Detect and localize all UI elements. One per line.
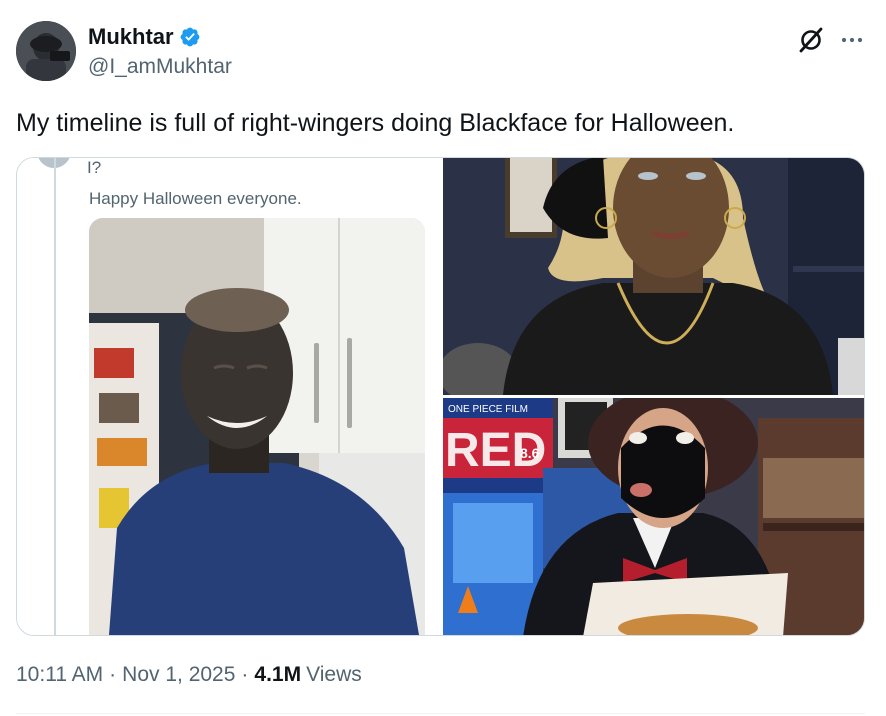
author-handle[interactable]: @I_amMukhtar — [88, 54, 232, 80]
media-bottom-right-photo[interactable]: ONE PIECE FILM RED 8.6 — [443, 398, 864, 635]
divider — [16, 713, 865, 714]
tweet-time[interactable]: 10:11 AM — [16, 662, 103, 688]
verified-badge-icon — [179, 26, 201, 48]
views-count: 4.1M — [254, 663, 302, 686]
poster-score: 8.6 — [520, 445, 540, 461]
media-grid: I? Happy Halloween everyone. ONE PIECE F… — [16, 157, 865, 636]
tweet-text: My timeline is full of right-wingers doi… — [16, 109, 735, 137]
meta-separator: · — [109, 663, 117, 686]
user-avatar-image — [16, 21, 76, 81]
media-left-screenshot[interactable]: I? Happy Halloween everyone. — [17, 158, 441, 635]
poster-subtitle: ONE PIECE FILM — [448, 404, 528, 415]
grok-icon[interactable] — [797, 26, 825, 54]
photo-woman-black-face-mask: ONE PIECE FILM RED 8.6 — [443, 398, 864, 635]
meta-separator: · — [241, 663, 249, 686]
tweet-date[interactable]: Nov 1, 2025 — [122, 662, 235, 688]
views-label: Views — [306, 663, 362, 686]
tweet-meta: 10:11 AM · Nov 1, 2025 · 4.1M Views — [16, 662, 362, 688]
media-top-right-photo[interactable] — [443, 158, 864, 395]
photo-man-in-blackface — [89, 218, 425, 635]
embedded-post-text: Happy Halloween everyone. — [89, 189, 302, 208]
embedded-photo — [89, 218, 425, 635]
thread-line — [54, 158, 56, 635]
author-name-row: Mukhtar — [88, 24, 201, 50]
author-display-name[interactable]: Mukhtar — [88, 24, 174, 50]
embedded-text-crop: I? — [87, 158, 102, 177]
more-options-icon[interactable] — [838, 26, 866, 54]
photo-woman-blonde-blackface — [443, 158, 864, 395]
avatar[interactable] — [16, 21, 76, 81]
